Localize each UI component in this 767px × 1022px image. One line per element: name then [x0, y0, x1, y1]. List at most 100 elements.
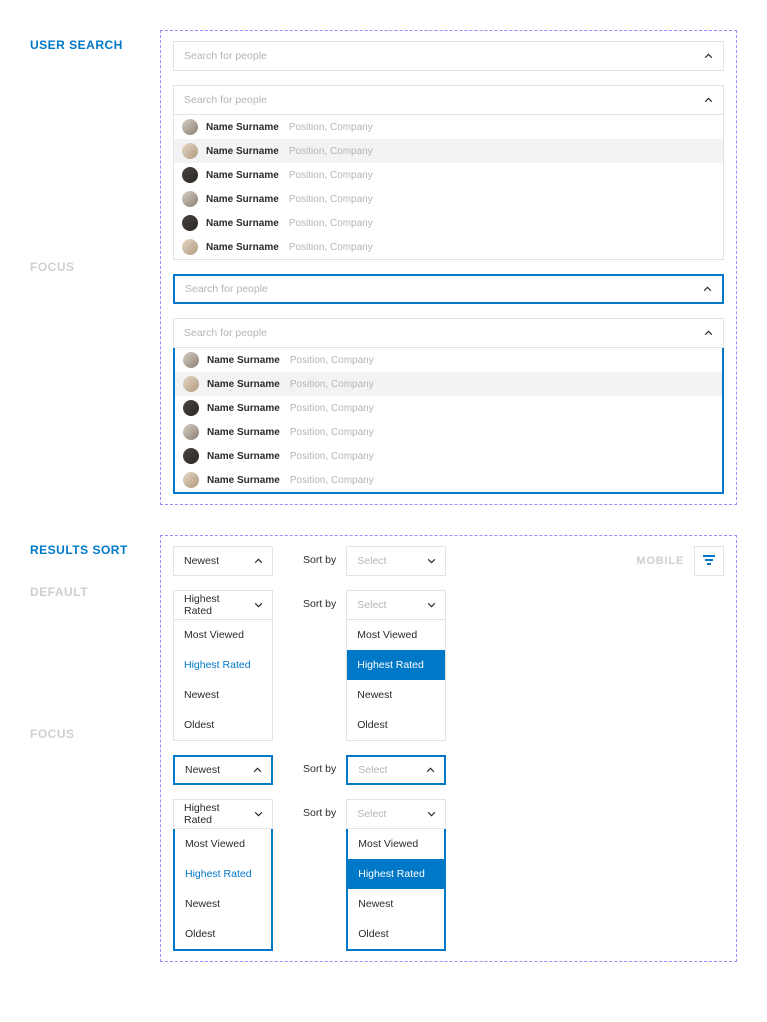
- chevron-up-icon: [704, 54, 713, 59]
- person-meta: Position, Company: [290, 379, 374, 390]
- sort-by-label: Sort by: [303, 546, 336, 566]
- chevron-down-icon: [427, 812, 436, 817]
- sort-option[interactable]: Most Viewed: [347, 620, 445, 650]
- select-value: Highest Rated: [184, 593, 246, 617]
- sort-options: Most Viewed Highest Rated Newest Oldest: [346, 620, 446, 741]
- avatar: [183, 352, 199, 368]
- sort-select-focused[interactable]: Select: [346, 755, 446, 785]
- sort-select[interactable]: Select: [346, 799, 446, 829]
- sort-option[interactable]: Most Viewed: [348, 829, 444, 859]
- avatar: [182, 143, 198, 159]
- person-name: Name Surname: [207, 355, 280, 366]
- sort-by-label: Sort by: [303, 799, 336, 819]
- chevron-down-icon: [427, 603, 436, 608]
- person-meta: Position, Company: [290, 451, 374, 462]
- person-meta: Position, Company: [289, 218, 373, 229]
- avatar: [183, 424, 199, 440]
- sort-options: Most Viewed Highest Rated Newest Oldest: [173, 620, 273, 741]
- user-search-heading: USER SEARCH: [30, 38, 160, 52]
- sort-option[interactable]: Highest Rated: [175, 859, 271, 889]
- chevron-up-icon: [703, 287, 712, 292]
- search-input[interactable]: Search for people: [173, 85, 724, 115]
- search-result-row[interactable]: Name Surname Position, Company: [174, 187, 723, 211]
- person-meta: Position, Company: [290, 403, 374, 414]
- sort-option[interactable]: Highest Rated: [347, 650, 445, 680]
- search-result-row[interactable]: Name Surname Position, Company: [174, 211, 723, 235]
- chevron-up-icon: [704, 331, 713, 336]
- search-result-row[interactable]: Name Surname Position, Company: [175, 420, 722, 444]
- sort-option[interactable]: Oldest: [347, 710, 445, 740]
- avatar: [182, 167, 198, 183]
- avatar: [183, 376, 199, 392]
- sort-options-focused: Most Viewed Highest Rated Newest Oldest: [346, 829, 446, 951]
- person-name: Name Surname: [206, 242, 279, 253]
- avatar: [182, 239, 198, 255]
- sort-option[interactable]: Oldest: [175, 919, 271, 949]
- sort-option[interactable]: Most Viewed: [175, 829, 271, 859]
- search-result-row[interactable]: Name Surname Position, Company: [174, 163, 723, 187]
- search-result-row[interactable]: Name Surname Position, Company: [174, 139, 723, 163]
- results-sort-group: Newest Sort by Select: [160, 535, 737, 962]
- sort-option[interactable]: Highest Rated: [348, 859, 444, 889]
- person-name: Name Surname: [206, 194, 279, 205]
- chevron-up-icon: [254, 559, 263, 564]
- search-placeholder: Search for people: [184, 94, 267, 106]
- sort-option[interactable]: Most Viewed: [174, 620, 272, 650]
- sort-select[interactable]: Select: [346, 590, 446, 620]
- search-result-row[interactable]: Name Surname Position, Company: [175, 348, 722, 372]
- search-result-row[interactable]: Name Surname Position, Company: [175, 444, 722, 468]
- person-name: Name Surname: [206, 146, 279, 157]
- sort-option[interactable]: Highest Rated: [174, 650, 272, 680]
- chevron-down-icon: [254, 603, 263, 608]
- filter-button[interactable]: [694, 546, 724, 576]
- user-search-group: Search for people Search for people: [160, 30, 737, 505]
- chevron-down-icon: [427, 559, 436, 564]
- search-input-focused[interactable]: Search for people: [173, 274, 724, 304]
- sort-select[interactable]: Highest Rated: [173, 590, 273, 620]
- sort-select[interactable]: Highest Rated: [173, 799, 273, 829]
- avatar: [182, 215, 198, 231]
- sort-option[interactable]: Newest: [175, 889, 271, 919]
- chevron-up-icon: [426, 768, 435, 773]
- select-placeholder: Select: [358, 764, 387, 776]
- search-results: Name Surname Position, Company Name Surn…: [173, 115, 724, 260]
- sort-option[interactable]: Newest: [347, 680, 445, 710]
- filter-icon: [702, 554, 716, 569]
- search-result-row[interactable]: Name Surname Position, Company: [175, 396, 722, 420]
- person-name: Name Surname: [206, 218, 279, 229]
- sort-option[interactable]: Newest: [174, 680, 272, 710]
- search-result-row[interactable]: Name Surname Position, Company: [175, 372, 722, 396]
- avatar: [182, 119, 198, 135]
- avatar: [183, 448, 199, 464]
- search-result-row[interactable]: Name Surname Position, Company: [175, 468, 722, 492]
- chevron-up-icon: [253, 768, 262, 773]
- search-placeholder: Search for people: [184, 50, 267, 62]
- sort-option[interactable]: Newest: [348, 889, 444, 919]
- person-name: Name Surname: [207, 403, 280, 414]
- sort-select[interactable]: Select: [346, 546, 446, 576]
- select-value: Highest Rated: [184, 802, 246, 826]
- person-meta: Position, Company: [290, 355, 374, 366]
- select-placeholder: Select: [357, 808, 386, 820]
- search-input[interactable]: Search for people: [173, 41, 724, 71]
- sort-options-focused: Most Viewed Highest Rated Newest Oldest: [173, 829, 273, 951]
- person-meta: Position, Company: [290, 427, 374, 438]
- person-name: Name Surname: [206, 170, 279, 181]
- avatar: [183, 472, 199, 488]
- select-value: Newest: [184, 555, 219, 567]
- person-meta: Position, Company: [289, 122, 373, 133]
- search-result-row[interactable]: Name Surname Position, Company: [174, 235, 723, 259]
- person-meta: Position, Company: [289, 242, 373, 253]
- person-name: Name Surname: [207, 451, 280, 462]
- search-result-row[interactable]: Name Surname Position, Company: [174, 115, 723, 139]
- search-placeholder: Search for people: [185, 283, 268, 295]
- default-heading: DEFAULT: [30, 585, 160, 599]
- sort-option[interactable]: Oldest: [348, 919, 444, 949]
- person-name: Name Surname: [207, 427, 280, 438]
- sort-select-focused[interactable]: Newest: [173, 755, 273, 785]
- sort-select[interactable]: Newest: [173, 546, 273, 576]
- chevron-down-icon: [254, 812, 263, 817]
- sort-option[interactable]: Oldest: [174, 710, 272, 740]
- search-input[interactable]: Search for people: [173, 318, 724, 348]
- chevron-up-icon: [704, 98, 713, 103]
